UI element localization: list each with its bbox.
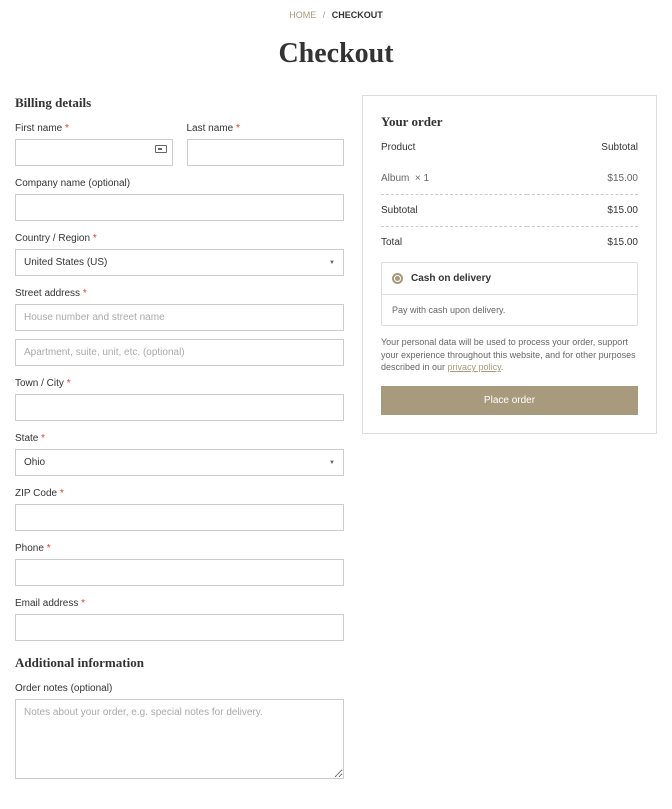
company-label: Company name (optional) bbox=[15, 178, 344, 189]
state-value: Ohio bbox=[24, 457, 45, 468]
first-name-label: First name * bbox=[15, 123, 173, 134]
billing-heading: Billing details bbox=[15, 95, 344, 111]
breadcrumb-current: CHECKOUT bbox=[332, 10, 383, 20]
street1-input[interactable] bbox=[15, 304, 344, 331]
privacy-text: Your personal data will be used to proce… bbox=[381, 336, 638, 374]
breadcrumb: HOME / CHECKOUT bbox=[0, 0, 672, 30]
state-select[interactable]: Ohio ▼ bbox=[15, 449, 344, 476]
product-header: Product bbox=[381, 142, 527, 163]
company-input[interactable] bbox=[15, 194, 344, 221]
total-label: Total bbox=[381, 227, 527, 263]
subtotal-label: Subtotal bbox=[381, 195, 527, 227]
phone-label: Phone * bbox=[15, 543, 344, 554]
zip-input[interactable] bbox=[15, 504, 344, 531]
payment-desc: Pay with cash upon delivery. bbox=[382, 295, 637, 325]
total-value: $15.00 bbox=[527, 227, 638, 263]
order-table: Product Subtotal Album × 1 $15.00 Subtot… bbox=[381, 142, 638, 262]
phone-input[interactable] bbox=[15, 559, 344, 586]
country-label: Country / Region * bbox=[15, 233, 344, 244]
chevron-down-icon: ▼ bbox=[329, 460, 335, 466]
autofill-icon bbox=[155, 145, 167, 153]
email-label: Email address * bbox=[15, 598, 344, 609]
payment-method-box: Cash on delivery Pay with cash upon deli… bbox=[381, 262, 638, 326]
order-heading: Your order bbox=[381, 114, 638, 130]
additional-heading: Additional information bbox=[15, 655, 344, 671]
subtotal-header: Subtotal bbox=[527, 142, 638, 163]
zip-label: ZIP Code * bbox=[15, 488, 344, 499]
last-name-input[interactable] bbox=[187, 139, 345, 166]
page-title: Checkout bbox=[0, 38, 672, 70]
notes-label: Order notes (optional) bbox=[15, 683, 344, 694]
breadcrumb-home[interactable]: HOME bbox=[289, 10, 316, 20]
breadcrumb-sep: / bbox=[323, 10, 326, 20]
city-label: Town / City * bbox=[15, 378, 344, 389]
street-label: Street address * bbox=[15, 288, 344, 299]
payment-method-label: Cash on delivery bbox=[411, 273, 491, 284]
item-name: Album × 1 bbox=[381, 163, 527, 195]
radio-icon bbox=[392, 273, 403, 284]
privacy-link[interactable]: privacy policy bbox=[448, 362, 501, 372]
item-price: $15.00 bbox=[527, 163, 638, 195]
country-select[interactable]: United States (US) ▼ bbox=[15, 249, 344, 276]
country-value: United States (US) bbox=[24, 257, 107, 268]
state-label: State * bbox=[15, 433, 344, 444]
city-input[interactable] bbox=[15, 394, 344, 421]
payment-method-option[interactable]: Cash on delivery bbox=[382, 263, 637, 295]
email-input[interactable] bbox=[15, 614, 344, 641]
first-name-input[interactable] bbox=[15, 139, 173, 166]
chevron-down-icon: ▼ bbox=[329, 260, 335, 266]
place-order-button[interactable]: Place order bbox=[381, 386, 638, 415]
notes-textarea[interactable] bbox=[15, 699, 344, 779]
street2-input[interactable] bbox=[15, 339, 344, 366]
last-name-label: Last name * bbox=[187, 123, 345, 134]
subtotal-value: $15.00 bbox=[527, 195, 638, 227]
